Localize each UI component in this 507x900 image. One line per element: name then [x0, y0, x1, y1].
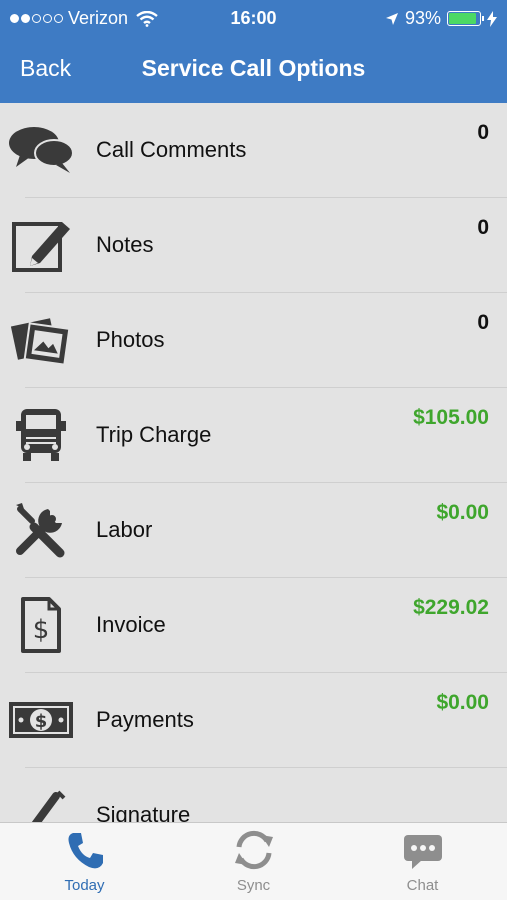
charging-bolt-icon — [487, 10, 497, 27]
list-item-notes[interactable]: Notes 0 — [0, 198, 507, 293]
row-value: 0 — [477, 216, 489, 239]
invoice-dollar-icon: $ — [8, 594, 74, 656]
row-label: Signature — [96, 802, 191, 823]
battery-percent: 93% — [404, 8, 441, 28]
list-item-labor[interactable]: Labor $0.00 — [0, 483, 507, 578]
row-label: Photos — [96, 327, 165, 352]
tab-bar: Today Sync Chat — [0, 822, 507, 900]
tab-label: Chat — [406, 877, 439, 894]
photos-icon — [8, 309, 74, 371]
truck-icon — [8, 404, 74, 466]
row-label: Call Comments — [96, 137, 247, 162]
row-label: Invoice — [96, 612, 166, 637]
tab-today[interactable]: Today — [0, 823, 169, 900]
location-arrow-icon — [385, 12, 398, 25]
battery-icon — [447, 11, 484, 26]
list-item-signature[interactable]: Signature — [0, 768, 507, 823]
pencil-square-icon — [8, 214, 74, 276]
phone-icon — [0, 823, 169, 871]
list-item-payments[interactable]: $ Payments $0.00 — [0, 673, 507, 768]
tab-chat[interactable]: Chat — [338, 823, 507, 900]
tab-sync[interactable]: Sync — [169, 823, 338, 900]
list-item-call-comments[interactable]: Call Comments 0 — [0, 103, 507, 198]
row-value: $105.00 — [413, 406, 489, 429]
page-title: Service Call Options — [141, 55, 366, 81]
list-item-trip-charge[interactable]: Trip Charge $105.00 — [0, 388, 507, 483]
list-item-photos[interactable]: Photos 0 — [0, 293, 507, 388]
status-bar: Verizon 16:00 93% — [0, 0, 507, 36]
chat-bubble-icon — [338, 823, 507, 871]
header-bar: Verizon 16:00 93% Back Service Call Opti… — [0, 0, 507, 103]
speech-bubbles-icon — [8, 119, 74, 181]
tab-label: Sync — [236, 877, 271, 894]
svg-text:$: $ — [33, 615, 50, 645]
options-list: Call Comments 0 Notes 0 Photos 0 Trip Ch… — [0, 103, 507, 823]
row-value: 0 — [477, 121, 489, 144]
tab-label: Today — [64, 877, 105, 894]
row-value: 0 — [477, 311, 489, 334]
row-label: Notes — [96, 232, 154, 257]
row-value: $0.00 — [436, 501, 489, 524]
svg-text:$: $ — [35, 711, 48, 732]
cash-bill-icon: $ — [8, 689, 74, 751]
pen-icon — [8, 784, 74, 823]
row-value: $0.00 — [436, 691, 489, 714]
wrench-screwdriver-icon — [8, 499, 74, 561]
row-value: $229.02 — [413, 596, 489, 619]
sync-icon — [169, 823, 338, 871]
row-label: Payments — [96, 707, 194, 732]
row-label: Trip Charge — [96, 422, 212, 447]
row-label: Labor — [96, 517, 153, 542]
status-right: 93% — [385, 8, 497, 29]
list-item-invoice[interactable]: $ Invoice $229.02 — [0, 578, 507, 673]
